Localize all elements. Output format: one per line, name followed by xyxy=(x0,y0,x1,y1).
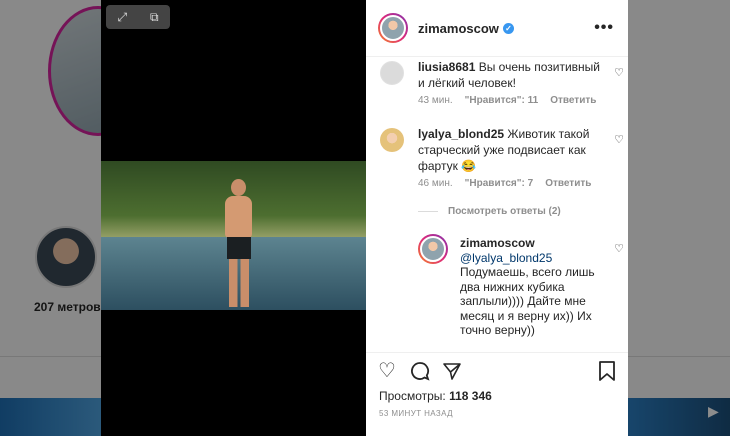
divider xyxy=(418,211,438,212)
comment-icon[interactable] xyxy=(410,361,430,385)
post-sidebar: zimamoscow ✓ ••• liusia8681 Вы очень поз… xyxy=(366,0,628,436)
commenter-avatar[interactable] xyxy=(380,128,404,152)
post-video[interactable] xyxy=(101,161,366,310)
verified-badge-icon: ✓ xyxy=(502,22,514,34)
share-icon[interactable] xyxy=(442,361,462,385)
view-replies-label: Посмотреть ответы (2) xyxy=(448,206,561,217)
commenter-avatar[interactable] xyxy=(380,61,404,85)
reply-button[interactable]: Ответить xyxy=(545,178,591,189)
heart-icon[interactable]: ♡ xyxy=(378,361,396,381)
post-header: zimamoscow ✓ ••• xyxy=(366,0,628,57)
comment-likes[interactable]: "Нравится": 7 xyxy=(465,178,534,189)
author-username[interactable]: zimamoscow xyxy=(418,21,499,36)
bookmark-icon[interactable] xyxy=(598,361,616,385)
heart-icon[interactable]: ♡ xyxy=(614,66,624,79)
picture-in-picture-icon[interactable]: ⧉ xyxy=(150,11,159,23)
comment-text-block: liusia8681 Вы очень позитивный и лёгкий … xyxy=(418,59,610,91)
comment-text-block: lyalya_blond25 Животик такой старческий … xyxy=(418,126,610,174)
views-count: Просмотры: 118 346 xyxy=(379,389,492,403)
heart-icon[interactable]: ♡ xyxy=(614,242,624,255)
reply-mention[interactable]: @lyalya_blond25 xyxy=(460,251,610,266)
more-icon[interactable]: ••• xyxy=(594,19,614,37)
post-media-pane: ⤢ ⧉ xyxy=(101,0,366,436)
heart-icon[interactable]: ♡ xyxy=(614,133,624,146)
video-person xyxy=(223,179,253,307)
author-avatar[interactable] xyxy=(378,13,408,43)
expand-icon[interactable]: ⤢ xyxy=(117,11,127,23)
reply-button[interactable]: Ответить xyxy=(550,95,596,106)
reply-author-avatar[interactable] xyxy=(418,234,448,264)
commenter-username[interactable]: liusia8681 xyxy=(418,60,475,74)
video-controls: ⤢ ⧉ xyxy=(106,5,170,29)
post-timestamp[interactable]: 53 минут назад xyxy=(379,409,453,418)
reply-text-block: zimamoscow @lyalya_blond25 Подумаешь, вс… xyxy=(460,236,610,338)
comment-meta: 43 мин. "Нравится": 11 Ответить xyxy=(418,95,596,106)
commenter-username[interactable]: lyalya_blond25 xyxy=(418,127,504,141)
reply-username[interactable]: zimamoscow xyxy=(460,236,610,251)
comment-time: 43 мин. xyxy=(418,95,453,106)
reply-text: Подумаешь, всего лишь два нижних кубика … xyxy=(460,265,595,337)
comment-meta: 46 мин. "Нравится": 7 Ответить xyxy=(418,178,591,189)
reply-comment: zimamoscow @lyalya_blond25 Подумаешь, вс… xyxy=(418,234,624,337)
views-label: Просмотры: xyxy=(379,389,446,403)
post-actions: ♡ Просмотры: 118 346 53 минут назад xyxy=(366,352,628,436)
comment-time: 46 мин. xyxy=(418,178,453,189)
views-number: 118 346 xyxy=(449,389,492,403)
view-replies-button[interactable]: Посмотреть ответы (2) xyxy=(418,206,561,217)
comment-likes[interactable]: "Нравится": 11 xyxy=(465,95,539,106)
